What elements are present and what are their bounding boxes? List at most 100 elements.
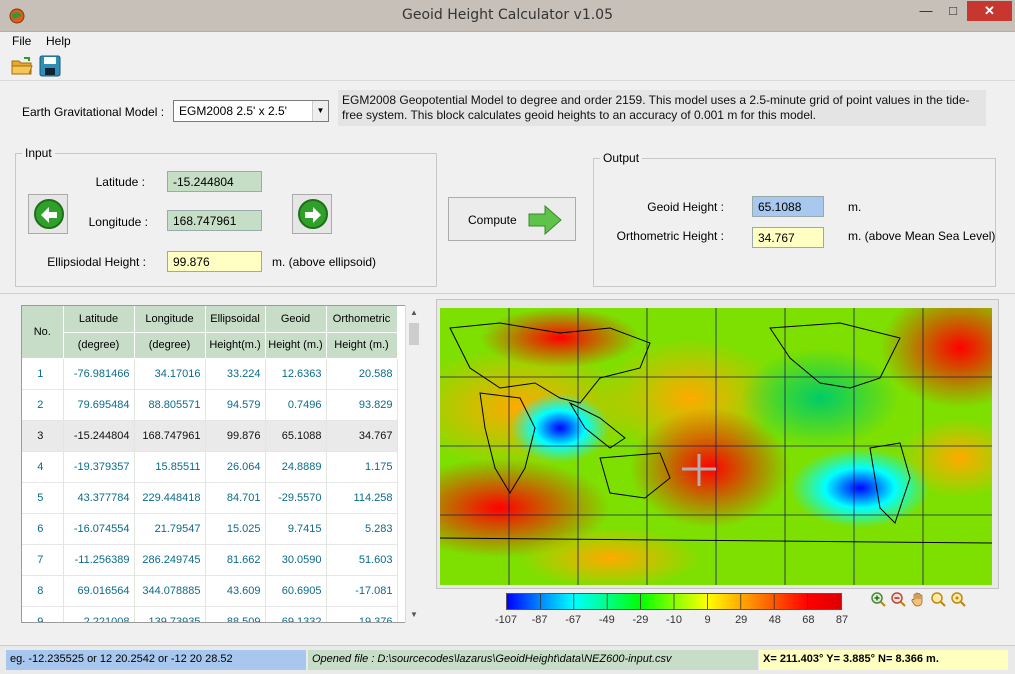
table-row[interactable]: 8 69.016564 344.078885 43.609 60.6905 -17.081: [22, 575, 398, 607]
scroll-up-icon[interactable]: ▲: [406, 305, 422, 321]
table-cell[interactable]: 43.377784: [63, 482, 135, 514]
header-longitude-unit[interactable]: (degree): [134, 332, 206, 359]
table-cell[interactable]: 15.025: [205, 513, 266, 545]
table-cell[interactable]: 69.016564: [63, 575, 135, 607]
table-cell[interactable]: 84.701: [205, 482, 266, 514]
table-cell[interactable]: 21.79547: [134, 513, 206, 545]
table-cell[interactable]: 19.376: [326, 606, 398, 622]
gravity-model-select[interactable]: EGM2008 2.5' x 2.5' ▼: [173, 100, 329, 122]
table-cell[interactable]: 20.588: [326, 358, 398, 390]
table-cell[interactable]: 12.6363: [265, 358, 327, 390]
header-orthometric[interactable]: Orthometric: [326, 306, 398, 333]
table-cell[interactable]: 114.258: [326, 482, 398, 514]
table-cell[interactable]: -19.379357: [63, 451, 135, 483]
data-table[interactable]: No. Latitude Longitude Ellipsoidal Geoid…: [21, 305, 421, 623]
table-cell[interactable]: 5: [22, 482, 64, 514]
table-cell[interactable]: -15.244804: [63, 420, 135, 452]
table-cell[interactable]: 139.73935: [134, 606, 206, 622]
table-cell[interactable]: 9.7415: [265, 513, 327, 545]
latitude-field[interactable]: -15.244804: [167, 171, 262, 192]
table-cell[interactable]: 93.829: [326, 389, 398, 421]
table-cell[interactable]: 9: [22, 606, 64, 622]
table-cell[interactable]: 6: [22, 513, 64, 545]
table-cell[interactable]: 33.224: [205, 358, 266, 390]
header-no[interactable]: No.: [22, 306, 64, 359]
header-ellipsoidal-unit[interactable]: Height(m.): [205, 332, 266, 359]
table-row[interactable]: 3 -15.244804 168.747961 99.876 65.1088 34.767: [22, 420, 398, 452]
table-cell[interactable]: 5.283: [326, 513, 398, 545]
menu-help[interactable]: Help: [46, 34, 71, 48]
zoom-in-icon[interactable]: [870, 591, 886, 607]
menu-file[interactable]: File: [12, 34, 31, 48]
table-cell[interactable]: 229.448418: [134, 482, 206, 514]
table-cell[interactable]: 69.1332: [265, 606, 327, 622]
table-cell[interactable]: 344.078885: [134, 575, 206, 607]
previous-record-button[interactable]: [28, 194, 68, 234]
open-folder-icon[interactable]: [10, 54, 34, 78]
table-row[interactable]: 9 2.221008 139.73935 88.509 69.1332 19.376: [22, 606, 398, 622]
compute-button[interactable]: Compute: [448, 197, 576, 241]
table-scrollbar[interactable]: ▲ ▼: [405, 305, 421, 623]
table-cell[interactable]: 2: [22, 389, 64, 421]
table-cell[interactable]: 88.509: [205, 606, 266, 622]
minimize-button[interactable]: —: [913, 1, 939, 21]
table-cell[interactable]: 34.17016: [134, 358, 206, 390]
table-cell[interactable]: 1: [22, 358, 64, 390]
scroll-thumb[interactable]: [409, 323, 419, 345]
table-cell[interactable]: 4: [22, 451, 64, 483]
table-cell[interactable]: 43.609: [205, 575, 266, 607]
table-cell[interactable]: 2.221008: [63, 606, 135, 622]
table-cell[interactable]: -76.981466: [63, 358, 135, 390]
table-row[interactable]: 7 -11.256389 286.249745 81.662 30.0590 51.603: [22, 544, 398, 576]
table-row[interactable]: 6 -16.074554 21.79547 15.025 9.7415 5.283: [22, 513, 398, 545]
table-cell[interactable]: -29.5570: [265, 482, 327, 514]
table-cell[interactable]: 30.0590: [265, 544, 327, 576]
table-row[interactable]: 5 43.377784 229.448418 84.701 -29.5570 114.25…: [22, 482, 398, 514]
header-orthometric-unit[interactable]: Height (m.): [326, 332, 398, 359]
pan-hand-icon[interactable]: [910, 591, 926, 607]
table-cell[interactable]: 79.695484: [63, 389, 135, 421]
longitude-field[interactable]: 168.747961: [167, 210, 262, 231]
table-cell[interactable]: -16.074554: [63, 513, 135, 545]
table-cell[interactable]: 51.603: [326, 544, 398, 576]
table-cell[interactable]: 60.6905: [265, 575, 327, 607]
header-ellipsoidal[interactable]: Ellipsoidal: [205, 306, 266, 333]
table-cell[interactable]: 81.662: [205, 544, 266, 576]
table-cell[interactable]: 34.767: [326, 420, 398, 452]
orthometric-height-field[interactable]: 34.767: [752, 227, 824, 248]
table-cell[interactable]: 24.8889: [265, 451, 327, 483]
table-cell[interactable]: 8: [22, 575, 64, 607]
header-geoid[interactable]: Geoid: [265, 306, 327, 333]
table-cell[interactable]: 7: [22, 544, 64, 576]
table-cell[interactable]: 65.1088: [265, 420, 327, 452]
header-geoid-unit[interactable]: Height (m.): [265, 332, 327, 359]
close-button[interactable]: ✕: [967, 1, 1012, 21]
table-cell[interactable]: 168.747961: [134, 420, 206, 452]
table-cell[interactable]: 88.805571: [134, 389, 206, 421]
zoom-box-icon[interactable]: [930, 591, 946, 607]
maximize-button[interactable]: □: [940, 1, 966, 21]
zoom-out-icon[interactable]: [890, 591, 906, 607]
zoom-reset-icon[interactable]: [950, 591, 966, 607]
table-row[interactable]: 1 -76.981466 34.17016 33.224 12.6363 20.588: [22, 358, 398, 390]
table-cell[interactable]: -11.256389: [63, 544, 135, 576]
table-row[interactable]: 2 79.695484 88.805571 94.579 0.7496 93.829: [22, 389, 398, 421]
table-cell[interactable]: 94.579: [205, 389, 266, 421]
table-cell[interactable]: 286.249745: [134, 544, 206, 576]
next-record-button[interactable]: [292, 194, 332, 234]
geoid-height-field[interactable]: 65.1088: [752, 196, 824, 217]
table-cell[interactable]: 26.064: [205, 451, 266, 483]
table-cell[interactable]: -17.081: [326, 575, 398, 607]
ellipsoidal-height-field[interactable]: 99.876: [167, 251, 262, 272]
header-latitude-unit[interactable]: (degree): [63, 332, 135, 359]
geoid-map[interactable]: [440, 308, 992, 585]
chevron-down-icon[interactable]: ▼: [312, 101, 328, 121]
scroll-down-icon[interactable]: ▼: [406, 607, 422, 623]
table-cell[interactable]: 3: [22, 420, 64, 452]
table-row[interactable]: 4 -19.379357 15.85511 26.064 24.8889 1.175: [22, 451, 398, 483]
table-cell[interactable]: 99.876: [205, 420, 266, 452]
header-latitude[interactable]: Latitude: [63, 306, 135, 333]
table-cell[interactable]: 15.85511: [134, 451, 206, 483]
save-icon[interactable]: [38, 54, 62, 78]
table-cell[interactable]: 1.175: [326, 451, 398, 483]
